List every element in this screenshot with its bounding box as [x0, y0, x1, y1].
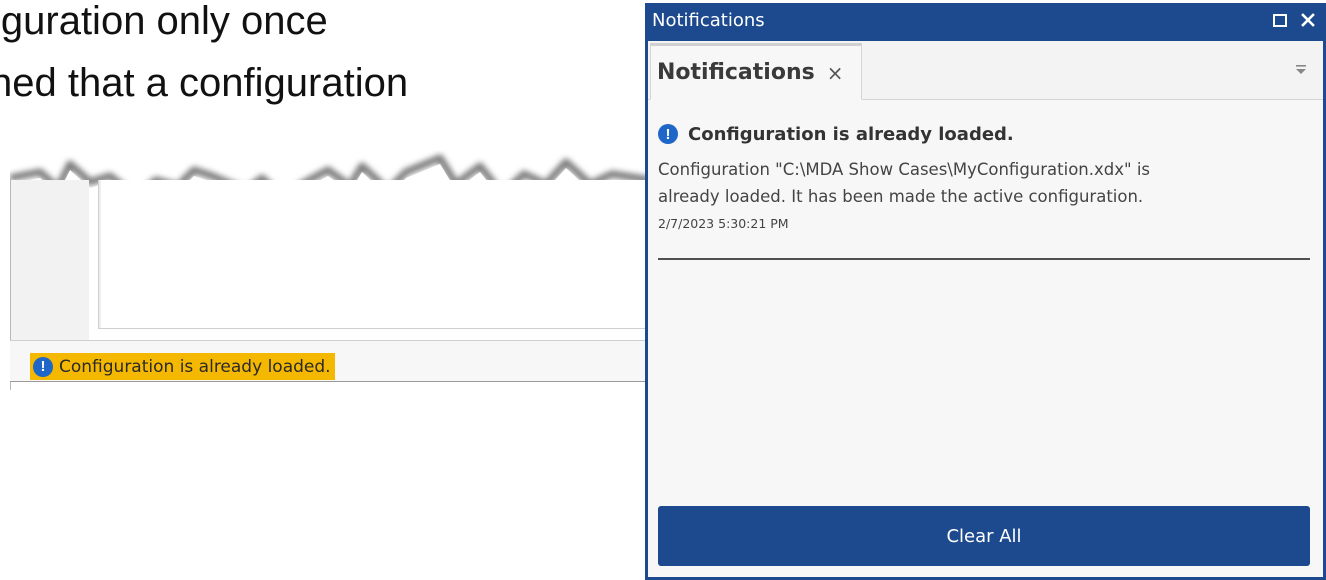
notification-item: ! Configuration is already loaded. Confi…: [658, 120, 1310, 260]
tab-list-dropdown-icon[interactable]: [1293, 61, 1309, 77]
tab-label: Notifications: [657, 60, 815, 85]
maximize-icon: [1273, 13, 1287, 27]
window-title: Notifications: [652, 10, 765, 31]
notification-heading: ! Configuration is already loaded.: [658, 120, 1310, 148]
close-icon: [1301, 13, 1315, 27]
notification-title: Configuration is already loaded.: [688, 123, 1014, 145]
status-message: ! Configuration is already loaded.: [30, 353, 335, 380]
window-titlebar: Notifications: [648, 3, 1323, 41]
tab-close-icon[interactable]: ×: [827, 61, 844, 85]
close-button[interactable]: [1297, 9, 1319, 31]
maximize-button[interactable]: [1269, 9, 1291, 31]
slide-text: iguration only once ned that a configura…: [0, 0, 408, 114]
clear-all-button[interactable]: Clear All: [658, 506, 1310, 566]
status-message-text: Configuration is already loaded.: [59, 356, 331, 377]
app-screenshot-snippet: ! Configuration is already loaded.: [10, 150, 651, 390]
tab-strip: Notifications ×: [648, 41, 1323, 100]
notifications-window: Notifications Notifications × ! Configur…: [645, 3, 1326, 580]
info-icon: !: [658, 124, 678, 144]
notification-message-line-2: already loaded. It has been made the act…: [658, 187, 1144, 206]
notifications-panel: Notifications × ! Configuration is alrea…: [648, 41, 1323, 577]
info-icon: !: [33, 356, 53, 377]
status-bar: ! Configuration is already loaded.: [10, 340, 650, 382]
notification-timestamp: 2/7/2023 5:30:21 PM: [658, 216, 789, 231]
notifications-list: ! Configuration is already loaded. Confi…: [648, 100, 1323, 577]
notification-message: Configuration "C:\MDA Show Cases\MyConfi…: [658, 156, 1298, 210]
notification-message-line-1: Configuration "C:\MDA Show Cases\MyConfi…: [658, 160, 1151, 179]
snippet-side-gutter: [11, 180, 89, 340]
slide-text-line-1: iguration only once: [0, 0, 328, 43]
slide-text-line-2: ned that a configuration: [0, 61, 409, 105]
snippet-content-pane: [98, 180, 651, 329]
tab-notifications[interactable]: Notifications ×: [650, 43, 862, 100]
